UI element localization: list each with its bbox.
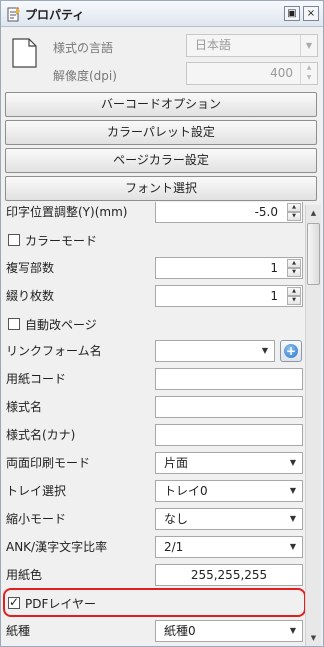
row-copies: 複写部数 1 ▲ ▼ bbox=[3, 254, 305, 282]
bind-count-spinner[interactable]: 1 ▲ ▼ bbox=[155, 285, 303, 307]
window-title: プロパティ bbox=[25, 8, 85, 22]
add-link-form-button[interactable]: + bbox=[280, 340, 302, 362]
row-color-mode: カラーモード bbox=[3, 226, 305, 254]
color-palette-button[interactable]: カラーパレット設定 bbox=[5, 120, 317, 145]
row-duplex: 両面印刷モード 片面 ▼ bbox=[3, 449, 305, 477]
form-name-input[interactable] bbox=[155, 396, 303, 418]
tray-select[interactable]: トレイ0 ▼ bbox=[155, 480, 303, 502]
language-label: 様式の言語 bbox=[53, 41, 114, 55]
row-tray: トレイ選択 トレイ0 ▼ bbox=[3, 477, 305, 505]
paper-color-value: 255,255,255 bbox=[190, 568, 268, 582]
pin-icon: ▣ bbox=[287, 8, 297, 19]
print-pos-y-spinner[interactable]: -5.0 ▲ ▼ bbox=[155, 202, 303, 223]
row-shrink: 縮小モード なし ▼ bbox=[3, 505, 305, 533]
chevron-down-icon[interactable]: ▼ bbox=[285, 510, 301, 528]
spin-buttons[interactable]: ▲ ▼ bbox=[287, 287, 301, 305]
shrink-select[interactable]: なし ▼ bbox=[155, 508, 303, 530]
property-grid: 印字位置調整(Y)(mm) -5.0 ▲ ▼ カラーモード 複写部数 1 ▲ ▼ 綴… bbox=[3, 202, 305, 646]
bind-count-value: 1 bbox=[270, 289, 278, 303]
row-auto-page: 自動改ページ bbox=[3, 310, 305, 338]
duplex-label: 両面印刷モード bbox=[6, 456, 91, 470]
duplex-select[interactable]: 片面 ▼ bbox=[155, 452, 303, 474]
chevron-down-icon[interactable]: ▼ bbox=[257, 342, 273, 360]
pdf-layer-highlight bbox=[3, 588, 306, 617]
properties-panel: プロパティ ▣ × 様式の言語 日本語 ▼ 解像度(dpi) 400 ▲ ▼ バー… bbox=[0, 0, 324, 647]
spin-down-icon[interactable]: ▼ bbox=[287, 212, 301, 221]
properties-icon bbox=[7, 7, 20, 22]
dpi-label: 解像度(dpi) bbox=[53, 69, 117, 83]
scroll-down-icon[interactable]: ▼ bbox=[306, 630, 321, 646]
scroll-thumb[interactable] bbox=[307, 223, 320, 285]
row-paper-type: 紙種 紙種0 ▼ bbox=[3, 617, 305, 645]
document-icon bbox=[12, 38, 37, 68]
vertical-scrollbar[interactable]: ▲ ▼ bbox=[305, 205, 321, 646]
spin-up-icon[interactable]: ▲ bbox=[287, 259, 301, 268]
form-name-label: 様式名 bbox=[6, 400, 43, 414]
pin-button[interactable]: ▣ bbox=[284, 6, 300, 21]
paper-type-label: 紙種 bbox=[6, 624, 31, 638]
paper-type-select[interactable]: 紙種0 ▼ bbox=[155, 620, 303, 642]
form-name-kana-input[interactable] bbox=[155, 424, 303, 446]
spin-buttons[interactable]: ▲ ▼ bbox=[287, 203, 301, 221]
print-pos-y-label: 印字位置調整(Y)(mm) bbox=[6, 205, 128, 219]
page-color-button[interactable]: ページカラー設定 bbox=[5, 148, 317, 173]
language-select[interactable]: 日本語 ▼ bbox=[186, 34, 318, 57]
scroll-up-icon[interactable]: ▲ bbox=[306, 205, 321, 221]
duplex-value: 片面 bbox=[164, 456, 189, 470]
plus-icon: + bbox=[284, 344, 298, 358]
spin-arrows-icon: ▲ ▼ bbox=[300, 63, 317, 84]
font-select-button[interactable]: フォント選択 bbox=[5, 176, 317, 201]
spin-buttons[interactable]: ▲ ▼ bbox=[287, 259, 301, 277]
dpi-spinner[interactable]: 400 ▲ ▼ bbox=[186, 62, 318, 85]
color-mode-label: カラーモード bbox=[25, 234, 98, 248]
ank-ratio-label: ANK/漢字文字比率 bbox=[6, 540, 108, 554]
tray-label: トレイ選択 bbox=[6, 484, 67, 498]
auto-page-checkbox[interactable] bbox=[8, 318, 20, 330]
row-paper-color: 用紙色 255,255,255 bbox=[3, 561, 305, 589]
chevron-down-icon[interactable]: ▼ bbox=[285, 482, 301, 500]
paper-type-value: 紙種0 bbox=[164, 624, 196, 638]
language-value: 日本語 bbox=[195, 38, 232, 52]
row-link-form: リンクフォーム名 ▼ + bbox=[3, 337, 305, 365]
chevron-down-icon[interactable]: ▼ bbox=[285, 622, 301, 640]
paper-color-field[interactable]: 255,255,255 bbox=[155, 564, 303, 586]
color-mode-checkbox[interactable] bbox=[8, 234, 20, 246]
spin-down-icon[interactable]: ▼ bbox=[287, 268, 301, 277]
ank-ratio-select[interactable]: 2/1 ▼ bbox=[155, 536, 303, 558]
title-bar: プロパティ ▣ × bbox=[1, 1, 323, 27]
copies-spinner[interactable]: 1 ▲ ▼ bbox=[155, 257, 303, 279]
row-print-pos-y: 印字位置調整(Y)(mm) -5.0 ▲ ▼ bbox=[3, 202, 305, 226]
shrink-label: 縮小モード bbox=[6, 512, 67, 526]
shrink-value: なし bbox=[164, 512, 189, 526]
spin-up-icon[interactable]: ▲ bbox=[287, 287, 301, 296]
tray-value: トレイ0 bbox=[164, 484, 208, 498]
row-bind-count: 綴り枚数 1 ▲ ▼ bbox=[3, 282, 305, 310]
barcode-options-button[interactable]: バーコードオプション bbox=[5, 92, 317, 117]
chevron-down-icon[interactable]: ▼ bbox=[285, 538, 301, 556]
close-button[interactable]: × bbox=[303, 6, 319, 21]
copies-label: 複写部数 bbox=[6, 261, 55, 275]
auto-page-label: 自動改ページ bbox=[25, 318, 97, 332]
link-form-select[interactable]: ▼ bbox=[155, 340, 275, 362]
row-paper-code: 用紙コード bbox=[3, 365, 305, 393]
chevron-down-icon[interactable]: ▼ bbox=[285, 454, 301, 472]
row-ank-ratio: ANK/漢字文字比率 2/1 ▼ bbox=[3, 533, 305, 561]
bind-count-label: 綴り枚数 bbox=[6, 289, 55, 303]
paper-code-label: 用紙コード bbox=[6, 372, 67, 386]
spin-up-icon[interactable]: ▲ bbox=[287, 203, 301, 212]
spin-down-icon[interactable]: ▼ bbox=[287, 296, 301, 305]
dpi-value: 400 bbox=[270, 66, 293, 80]
row-form-name: 様式名 bbox=[3, 393, 305, 421]
chevron-down-icon: ▼ bbox=[300, 35, 317, 56]
copies-value: 1 bbox=[270, 261, 278, 275]
form-name-kana-label: 様式名(カナ) bbox=[6, 428, 76, 442]
row-form-name-kana: 様式名(カナ) bbox=[3, 421, 305, 449]
paper-color-label: 用紙色 bbox=[6, 568, 43, 582]
close-icon: × bbox=[306, 8, 316, 19]
link-form-label: リンクフォーム名 bbox=[6, 344, 102, 358]
ank-ratio-value: 2/1 bbox=[164, 540, 184, 554]
paper-code-input[interactable] bbox=[155, 368, 303, 390]
print-pos-y-value: -5.0 bbox=[254, 205, 278, 219]
